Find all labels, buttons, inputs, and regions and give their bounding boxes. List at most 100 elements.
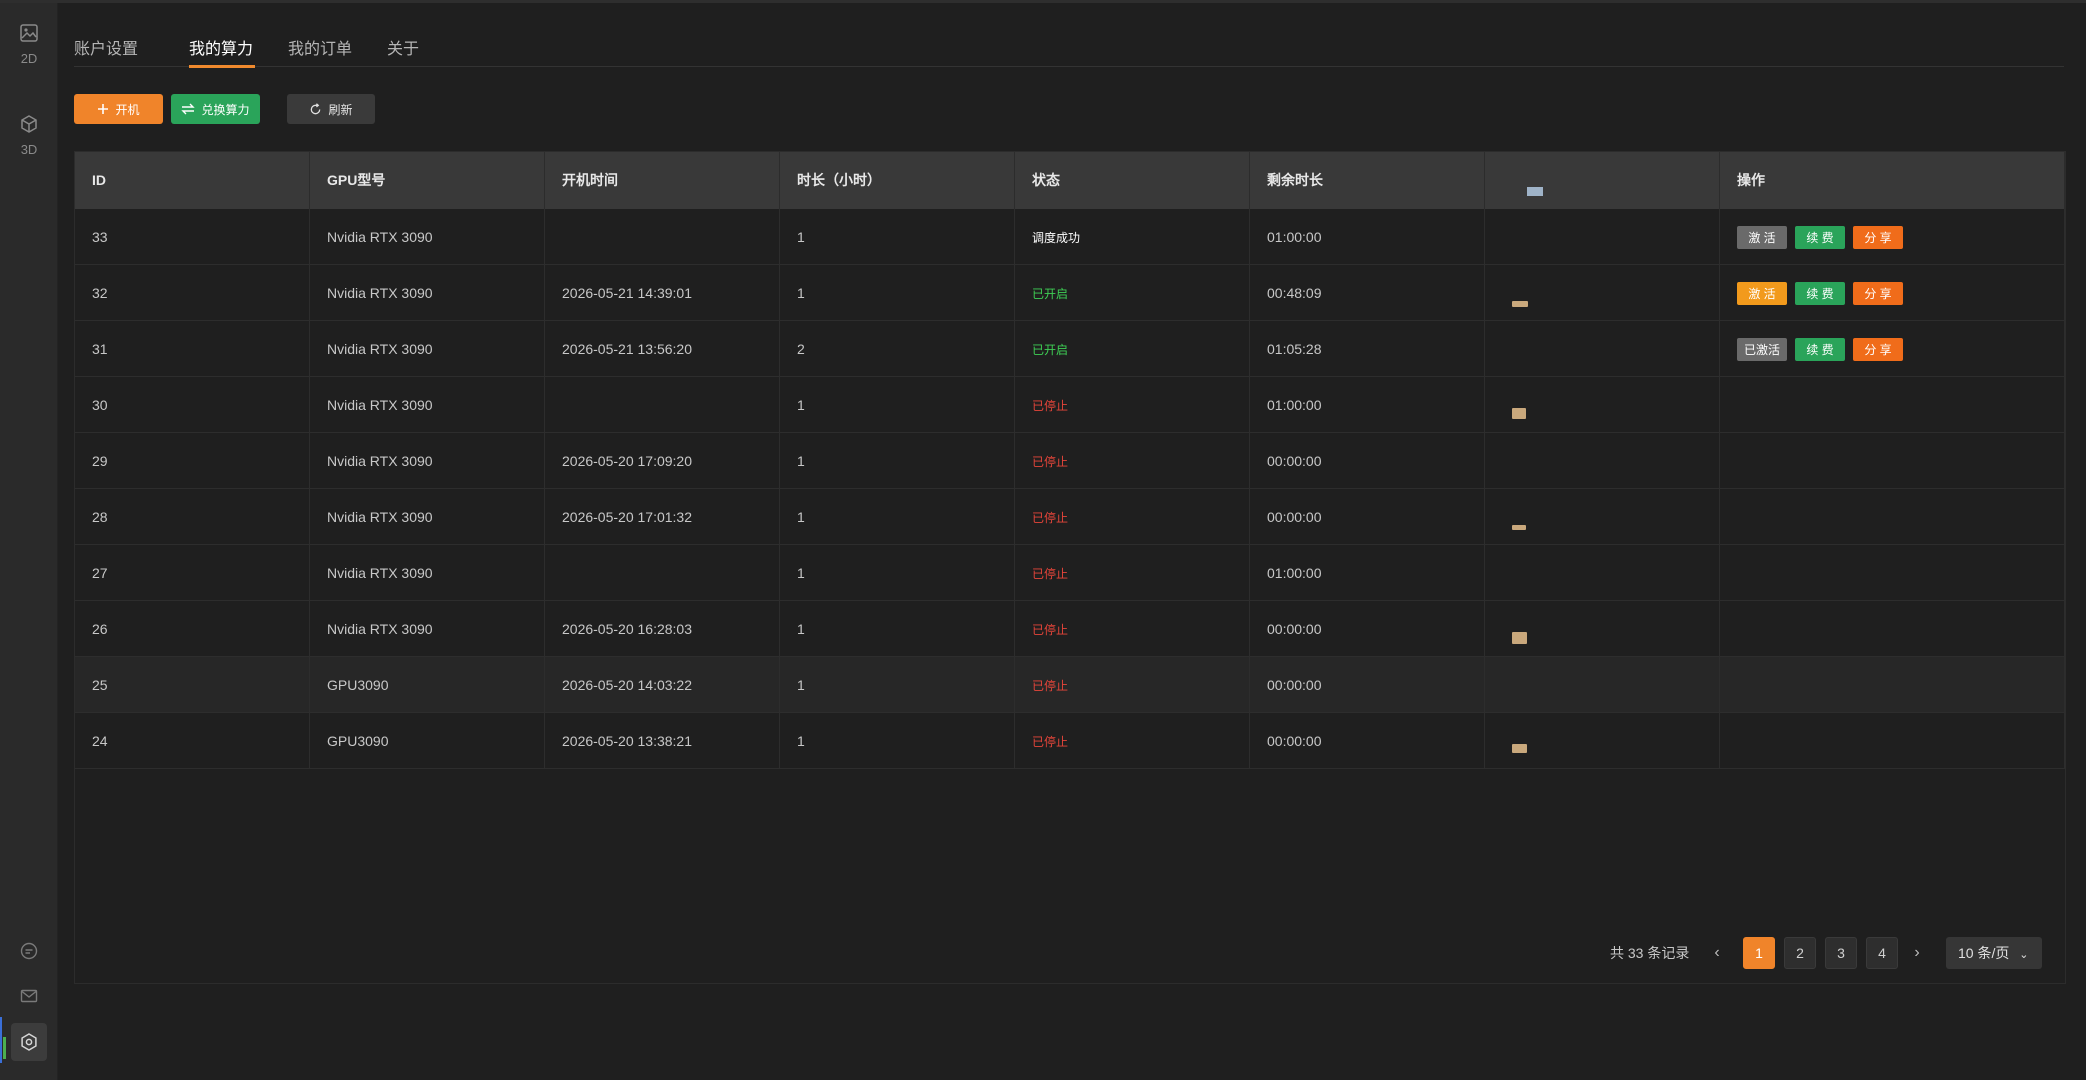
table-row[interactable]: 29 Nvidia RTX 3090 2026-05-20 17:09:20 1 已停止… (75, 433, 2065, 489)
image-icon (20, 24, 38, 42)
cell-hours: 1 (780, 433, 1015, 489)
cell-gpu: Nvidia RTX 3090 (310, 265, 545, 321)
cell-start (545, 209, 780, 265)
column-header: 开机时间 (545, 152, 780, 209)
cell-actions: 激 活续 费分 享 (1720, 265, 2065, 321)
cell-remain: 01:00:00 (1250, 377, 1485, 433)
cell-actions (1720, 545, 2065, 601)
cell-id: 30 (75, 377, 310, 433)
cell-actions (1720, 601, 2065, 657)
tab-about[interactable]: 关于 (387, 35, 419, 59)
settings-icon (21, 1033, 37, 1051)
cell-redacted (1485, 209, 1720, 265)
column-header: 状态 (1015, 152, 1250, 209)
cell-gpu: Nvidia RTX 3090 (310, 489, 545, 545)
exchange-compute-button[interactable]: 兑换算力 (171, 94, 260, 124)
mail-button[interactable] (0, 986, 58, 1006)
cell-remain: 00:00:00 (1250, 601, 1485, 657)
renew-button[interactable]: 续 费 (1795, 282, 1845, 305)
chat-button[interactable] (0, 941, 58, 961)
cell-status: 已停止 (1015, 489, 1250, 545)
status-text: 已停止 (1032, 623, 1069, 637)
sidebar-item-3d[interactable]: 3D (0, 114, 58, 157)
status-text: 已停止 (1032, 567, 1069, 581)
chevron-down-icon: ⌄ (2019, 949, 2029, 961)
refresh-button[interactable]: 刷新 (287, 94, 375, 124)
activate-button[interactable]: 激 活 (1737, 282, 1787, 305)
page-size-select[interactable]: 10 条/页 ⌄ (1946, 937, 2042, 969)
settings-button[interactable] (11, 1023, 47, 1061)
cell-remain: 00:00:00 (1250, 433, 1485, 489)
status-text: 已开启 (1032, 287, 1069, 301)
active-tab-underline (189, 65, 255, 68)
status-text: 调度成功 (1032, 231, 1081, 245)
table-row[interactable]: 31 Nvidia RTX 3090 2026-05-21 13:56:20 2 已开启… (75, 321, 2065, 377)
cell-status: 调度成功 (1015, 209, 1250, 265)
cell-redacted (1485, 601, 1720, 657)
start-machine-label: 开机 (115, 102, 140, 117)
table-row[interactable]: 32 Nvidia RTX 3090 2026-05-21 14:39:01 1 已开启… (75, 265, 2065, 321)
cell-status: 已停止 (1015, 657, 1250, 713)
cell-id: 33 (75, 209, 310, 265)
next-page-button[interactable]: › (1905, 937, 1929, 969)
cell-id: 28 (75, 489, 310, 545)
status-text: 已停止 (1032, 511, 1069, 525)
table-row[interactable]: 24 GPU3090 2026-05-20 13:38:21 1 已停止 00:00:00 (75, 713, 2065, 769)
cell-redacted (1485, 377, 1720, 433)
plus-icon (98, 104, 109, 114)
cell-hours: 1 (780, 377, 1015, 433)
cell-remain: 01:05:28 (1250, 321, 1485, 377)
cell-actions (1720, 713, 2065, 769)
share-button[interactable]: 分 享 (1853, 226, 1903, 249)
cell-remain: 01:00:00 (1250, 545, 1485, 601)
cell-gpu: GPU3090 (310, 713, 545, 769)
cell-actions (1720, 377, 2065, 433)
cell-start: 2026-05-20 14:03:22 (545, 657, 780, 713)
status-text: 已开启 (1032, 343, 1069, 357)
tab-account-settings[interactable]: 账户设置 (74, 35, 138, 59)
share-button[interactable]: 分 享 (1853, 338, 1903, 361)
column-header: 剩余时长 (1250, 152, 1485, 209)
cell-redacted (1485, 433, 1720, 489)
start-machine-button[interactable]: 开机 (74, 94, 163, 124)
cell-start: 2026-05-21 13:56:20 (545, 321, 780, 377)
action-group: 已激活续 费分 享 (1737, 321, 2064, 361)
active-indicator (0, 1017, 6, 1063)
cell-gpu: GPU3090 (310, 657, 545, 713)
column-header: ID (75, 152, 310, 209)
cell-remain: 01:00:00 (1250, 209, 1485, 265)
cell-remain: 00:00:00 (1250, 713, 1485, 769)
renew-button[interactable]: 续 费 (1795, 226, 1845, 249)
cell-status: 已停止 (1015, 433, 1250, 489)
table-row[interactable]: 26 Nvidia RTX 3090 2026-05-20 16:28:03 1 已停止… (75, 601, 2065, 657)
renew-button[interactable]: 续 费 (1795, 338, 1845, 361)
redacted-image (1512, 301, 1528, 307)
table-row[interactable]: 28 Nvidia RTX 3090 2026-05-20 17:01:32 1 已停止… (75, 489, 2065, 545)
tab-my-orders[interactable]: 我的订单 (288, 35, 352, 59)
activate-button[interactable]: 激 活 (1737, 226, 1787, 249)
sidebar-item-2d[interactable]: 2D (0, 23, 58, 66)
table-row[interactable]: 25 GPU3090 2026-05-20 14:03:22 1 已停止 00:00:00 (75, 657, 2065, 713)
action-group: 激 活续 费分 享 (1737, 209, 2064, 249)
page-button-3[interactable]: 3 (1825, 937, 1857, 969)
tab-my-compute[interactable]: 我的算力 (189, 35, 253, 59)
cell-start: 2026-05-20 17:09:20 (545, 433, 780, 489)
column-header: GPU型号 (310, 152, 545, 209)
cell-remain: 00:48:09 (1250, 265, 1485, 321)
table-row[interactable]: 30 Nvidia RTX 3090 1 已停止 01:00:00 (75, 377, 2065, 433)
prev-page-button[interactable]: ‹ (1705, 937, 1729, 969)
share-button[interactable]: 分 享 (1853, 282, 1903, 305)
table-header: ID GPU型号 开机时间 时长（小时） 状态 剩余时长 操作 (75, 152, 2065, 209)
table-row[interactable]: 33 Nvidia RTX 3090 1 调度成功 01:00:00 激 活续 费分 享 (75, 209, 2065, 265)
page-button-4[interactable]: 4 (1866, 937, 1898, 969)
sidebar-item-label: 3D (20, 142, 38, 157)
table-row[interactable]: 27 Nvidia RTX 3090 1 已停止 01:00:00 (75, 545, 2065, 601)
cell-gpu: Nvidia RTX 3090 (310, 321, 545, 377)
activate-button[interactable]: 已激活 (1737, 338, 1787, 361)
page-size-value: 10 条/页 (1958, 945, 2010, 961)
page-button-1[interactable]: 1 (1743, 937, 1775, 969)
cell-actions: 激 活续 费分 享 (1720, 209, 2065, 265)
cell-status: 已停止 (1015, 713, 1250, 769)
page-button-2[interactable]: 2 (1784, 937, 1816, 969)
cell-gpu: Nvidia RTX 3090 (310, 433, 545, 489)
